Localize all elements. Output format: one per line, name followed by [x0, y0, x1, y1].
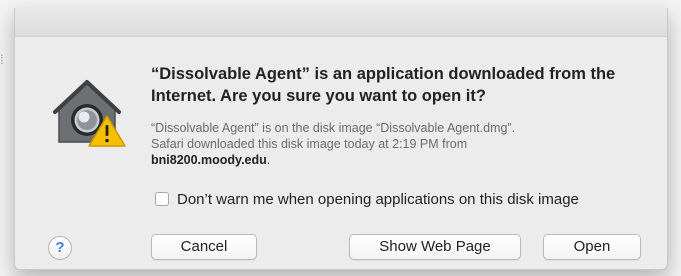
download-host: bni8200.moody.edu [151, 153, 267, 167]
dont-warn-checkbox[interactable] [155, 192, 169, 206]
dont-warn-checkbox-label[interactable]: Don’t warn me when opening applications … [177, 191, 579, 208]
gatekeeper-alert-dialog: “Dissolvable Agent” is an application do… [14, 8, 668, 270]
info-line-1: “Dissolvable Agent” is on the disk image… [151, 121, 516, 135]
download-host-suffix: . [266, 153, 271, 167]
info-line-2: Safari downloaded this disk image today … [151, 137, 468, 151]
dialog-heading: “Dissolvable Agent” is an application do… [151, 65, 616, 105]
dont-warn-checkbox-row[interactable]: Don’t warn me when opening applications … [155, 189, 579, 209]
cancel-button[interactable]: Cancel [151, 234, 257, 260]
background-window-edge: ⁞ [0, 52, 4, 67]
dialog-info-text: “Dissolvable Agent” is on the disk image… [151, 120, 651, 168]
show-web-page-button[interactable]: Show Web Page [349, 234, 521, 260]
open-button[interactable]: Open [543, 234, 641, 260]
gatekeeper-house-icon [53, 80, 126, 147]
gatekeeper-warning-icon [51, 70, 131, 150]
help-button[interactable]: ? [48, 236, 72, 260]
info-line-3: bni8200.moody.edu. [151, 152, 651, 168]
dialog-titlebar [15, 8, 667, 37]
